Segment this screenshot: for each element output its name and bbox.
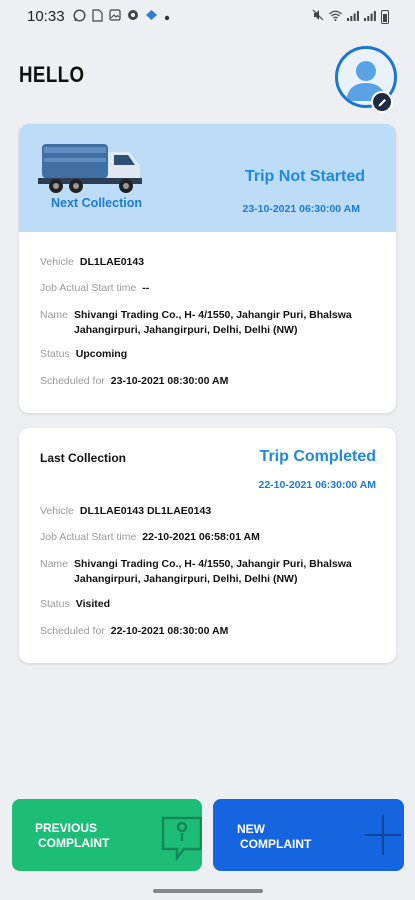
vehicle-label: Vehicle — [40, 505, 74, 517]
status-bar: 10:33 — [0, 0, 415, 33]
vehicle-row: Vehicle DL1LAE0143 — [40, 255, 378, 270]
new-complaint-button[interactable]: NEW COMPLAINT — [213, 799, 404, 871]
name-value: Shivangi Trading Co., H- 4/1550, Jahangi… — [74, 558, 352, 585]
new-complaint-label: NEW COMPLAINT — [237, 822, 311, 852]
status-label: Status — [40, 598, 70, 610]
app-icon — [145, 9, 158, 24]
scheduled-label: Scheduled for — [40, 375, 105, 387]
name-row: Name Shivangi Trading Co., H- 4/1550, Ja… — [40, 308, 378, 338]
previous-complaint-button[interactable]: PREVIOUS COMPLAINT — [12, 799, 202, 871]
sync-icon — [127, 9, 139, 24]
start-time-value: 22-10-2021 06:58:01 AM — [142, 531, 260, 543]
greeting-title: HELLO — [19, 62, 85, 87]
notification-icons — [73, 8, 170, 25]
trip-status: Trip Completed — [259, 448, 376, 465]
status-value: Upcoming — [75, 348, 128, 360]
new-complaint-line1: NEW — [237, 822, 265, 836]
dot-icon — [164, 10, 170, 24]
signal-icon — [364, 10, 376, 24]
system-icons — [312, 9, 389, 24]
gallery-icon — [108, 9, 121, 24]
start-time-row: Job Actual Start time -- — [40, 281, 378, 296]
start-time-row: Job Actual Start time 22-10-2021 06:58:0… — [40, 530, 378, 545]
vehicle-row: Vehicle DL1LAE0143 DL1LAE0143 — [40, 504, 378, 519]
scheduled-value: 22-10-2021 08:30:00 AM — [110, 625, 229, 637]
status-row: Status Upcoming — [40, 347, 378, 362]
plus-icon — [365, 815, 401, 855]
vehicle-value: DL1LAE0143 DL1LAE0143 — [79, 505, 212, 517]
trip-date: 22-10-2021 06:30:00 AM — [258, 479, 376, 491]
name-label: Name — [40, 309, 69, 321]
last-collection-title: Last Collection — [40, 451, 127, 465]
battery-icon — [381, 9, 389, 24]
status-time: 10:33 — [27, 8, 65, 25]
last-collection-card[interactable]: Last Collection Trip Completed 22-10-202… — [19, 428, 396, 663]
start-time-label: Job Actual Start time — [40, 531, 137, 543]
start-time-label: Job Actual Start time — [40, 282, 137, 294]
trip-date: 23-10-2021 06:30:00 AM — [242, 203, 360, 215]
whatsapp-icon — [73, 8, 86, 25]
vehicle-value: DL1LAE0143 — [79, 256, 145, 268]
complaint-chat-icon — [161, 816, 202, 862]
scheduled-row: Scheduled for 23-10-2021 08:30:00 AM — [40, 374, 378, 389]
next-collection-label: Next Collection — [51, 196, 142, 210]
edit-profile-button[interactable] — [371, 91, 393, 113]
scheduled-value: 23-10-2021 08:30:00 AM — [110, 375, 229, 387]
status-value: Visited — [75, 598, 111, 610]
wifi-icon — [329, 10, 342, 24]
previous-complaint-line1: PREVIOUS — [35, 821, 98, 835]
pencil-icon — [378, 98, 386, 106]
next-collection-card[interactable]: Next Collection Trip Not Started 23-10-2… — [19, 124, 396, 413]
name-row: Name Shivangi Trading Co., H- 4/1550, Ja… — [40, 557, 378, 587]
start-time-value: -- — [142, 282, 150, 294]
sim-icon — [91, 8, 103, 25]
status-label: Status — [40, 348, 70, 360]
name-label: Name — [40, 558, 69, 570]
signal-icon — [347, 10, 359, 24]
garbage-truck-icon — [38, 144, 142, 193]
home-indicator[interactable] — [153, 889, 263, 893]
new-complaint-line2: COMPLAINT — [240, 837, 312, 851]
vehicle-label: Vehicle — [40, 256, 74, 268]
status-row: Status Visited — [40, 597, 378, 612]
scheduled-label: Scheduled for — [40, 625, 105, 637]
mute-icon — [312, 9, 324, 24]
trip-status: Trip Not Started — [244, 168, 365, 185]
scheduled-row: Scheduled for 22-10-2021 08:30:00 AM — [40, 624, 378, 639]
previous-complaint-line2: COMPLAINT — [38, 836, 110, 850]
next-collection-header: Next Collection Trip Not Started 23-10-2… — [19, 124, 396, 232]
name-value: Shivangi Trading Co., H- 4/1550, Jahangi… — [74, 309, 352, 336]
previous-complaint-label: PREVIOUS COMPLAINT — [35, 821, 109, 851]
